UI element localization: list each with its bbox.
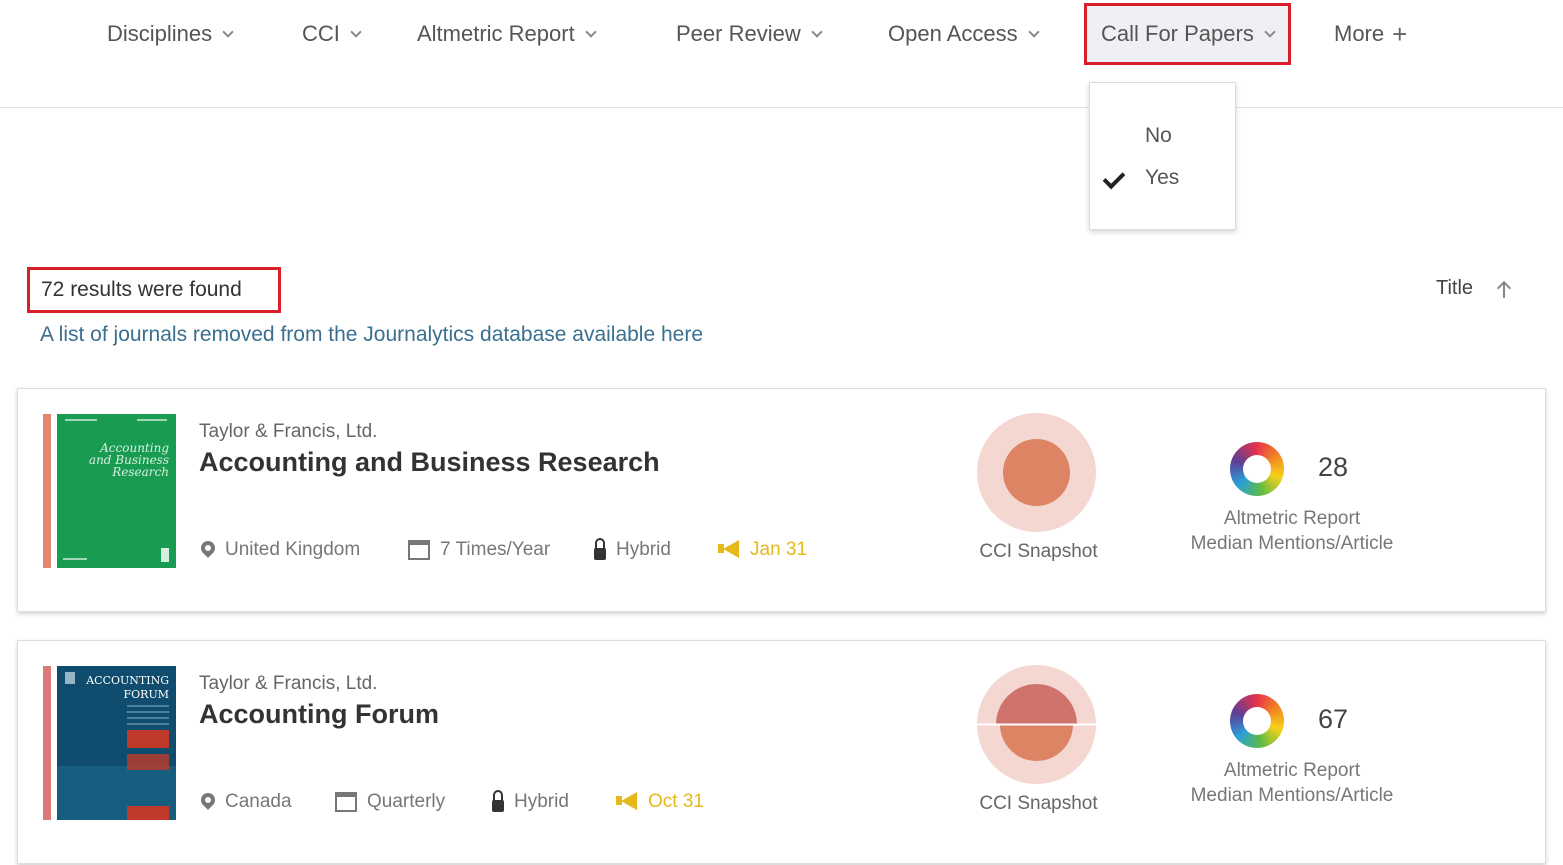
card-stripe — [43, 666, 51, 820]
chevron-down-icon — [350, 25, 362, 38]
meta-call-for-papers: Jan 31 — [718, 539, 807, 561]
nav-more[interactable]: More + — [1334, 18, 1407, 50]
location-pin-icon — [198, 538, 218, 558]
meta-country: Canada — [198, 790, 292, 813]
arrow-up-icon — [1497, 280, 1511, 298]
lock-icon — [492, 790, 504, 812]
sort-control[interactable]: Title — [1436, 277, 1511, 300]
meta-country: United Kingdom — [198, 538, 361, 561]
chevron-down-icon — [1264, 25, 1276, 38]
lock-icon — [594, 538, 606, 560]
nav-label: Call For Papers — [1101, 21, 1254, 46]
calendar-icon — [335, 792, 357, 812]
location-pin-icon — [198, 790, 218, 810]
meta-call-for-papers: Oct 31 — [616, 791, 704, 813]
dropdown-option-yes[interactable]: Yes — [1090, 160, 1235, 196]
svg-text:FORUM: FORUM — [124, 688, 169, 701]
results-count: 72 results were found — [27, 267, 281, 313]
altmetric-label: Altmetric Report Median Mentions/Article — [1173, 758, 1411, 808]
nav-altmetric-report[interactable]: Altmetric Report — [417, 18, 597, 50]
dropdown-option-no[interactable]: No — [1090, 118, 1235, 154]
altmetric-donut-icon[interactable] — [1230, 442, 1284, 496]
journal-cover[interactable]: ACCOUNTING FORUM — [57, 666, 176, 820]
top-nav: Disciplines CCI Altmetric Report Peer Re… — [0, 0, 1563, 108]
nav-disciplines[interactable]: Disciplines — [107, 18, 234, 50]
nav-call-for-papers[interactable]: Call For Papers — [1084, 3, 1291, 65]
publisher-name: Taylor & Francis, Ltd. — [199, 421, 378, 442]
cci-label: CCI Snapshot — [979, 541, 1098, 562]
nav-label: Peer Review — [676, 21, 801, 46]
chevron-down-icon — [585, 25, 597, 38]
cfp-date: Oct 31 — [648, 791, 704, 812]
altmetric-value: 67 — [1318, 704, 1349, 734]
option-label: Yes — [1145, 166, 1180, 189]
nav-label: CCI — [302, 21, 340, 46]
svg-text:Research: Research — [111, 465, 169, 479]
sort-label: Title — [1436, 277, 1474, 299]
altmetric-value: 28 — [1318, 452, 1349, 482]
cci-snapshot-badge[interactable] — [977, 665, 1096, 784]
plus-icon: + — [1392, 19, 1408, 49]
megaphone-icon — [718, 540, 740, 559]
altmetric-label: Altmetric Report Median Mentions/Article — [1173, 506, 1411, 556]
frequency-text: 7 Times/Year — [440, 539, 551, 560]
journal-title[interactable]: Accounting and Business Research — [199, 447, 660, 478]
card-stripe — [43, 414, 51, 568]
calendar-icon — [408, 540, 430, 560]
cci-split-chart — [977, 684, 1096, 761]
svg-text:ACCOUNTING: ACCOUNTING — [85, 674, 169, 687]
cci-label: CCI Snapshot — [979, 793, 1098, 814]
chevron-down-icon — [222, 25, 234, 38]
altmetric-label-line2: Median Mentions/Article — [1190, 533, 1394, 554]
checkmark-icon — [1102, 166, 1126, 190]
altmetric-label-line1: Altmetric Report — [1223, 760, 1361, 781]
nav-peer-review[interactable]: Peer Review — [676, 18, 823, 50]
chevron-down-icon — [811, 25, 823, 38]
removed-journals-link[interactable]: A list of journals removed from the Jour… — [40, 323, 703, 347]
nav-cci[interactable]: CCI — [302, 18, 362, 50]
nav-label: More — [1334, 21, 1385, 46]
option-label: No — [1145, 124, 1172, 147]
journal-cover[interactable]: Accounting and Business Research — [57, 414, 176, 568]
country-text: Canada — [225, 791, 292, 812]
cfp-date: Jan 31 — [750, 539, 808, 560]
access-text: Hybrid — [514, 791, 569, 812]
access-text: Hybrid — [616, 539, 671, 560]
cci-snapshot-badge[interactable] — [977, 413, 1096, 532]
country-text: United Kingdom — [225, 539, 361, 560]
meta-frequency: Quarterly — [335, 791, 445, 813]
meta-access: Hybrid — [594, 538, 671, 561]
altmetric-donut-icon[interactable] — [1230, 694, 1284, 748]
frequency-text: Quarterly — [367, 791, 446, 812]
chevron-down-icon — [1027, 25, 1040, 38]
altmetric-label-line2: Median Mentions/Article — [1190, 785, 1394, 806]
nav-label: Disciplines — [107, 21, 213, 46]
cci-core — [1003, 439, 1070, 506]
journal-card: ACCOUNTING FORUM Taylor & Francis, Ltd. … — [17, 640, 1546, 864]
altmetric-label-line1: Altmetric Report — [1223, 508, 1361, 529]
publisher-name: Taylor & Francis, Ltd. — [199, 673, 378, 694]
call-for-papers-dropdown: No Yes — [1089, 82, 1236, 230]
meta-access: Hybrid — [492, 790, 569, 813]
meta-frequency: 7 Times/Year — [408, 539, 550, 561]
megaphone-icon — [616, 792, 638, 811]
nav-label: Open Access — [888, 21, 1018, 46]
journal-title[interactable]: Accounting Forum — [199, 699, 439, 730]
nav-label: Altmetric Report — [417, 21, 575, 46]
nav-open-access[interactable]: Open Access — [888, 18, 1040, 50]
journal-card: Accounting and Business Research Taylor … — [17, 388, 1546, 612]
